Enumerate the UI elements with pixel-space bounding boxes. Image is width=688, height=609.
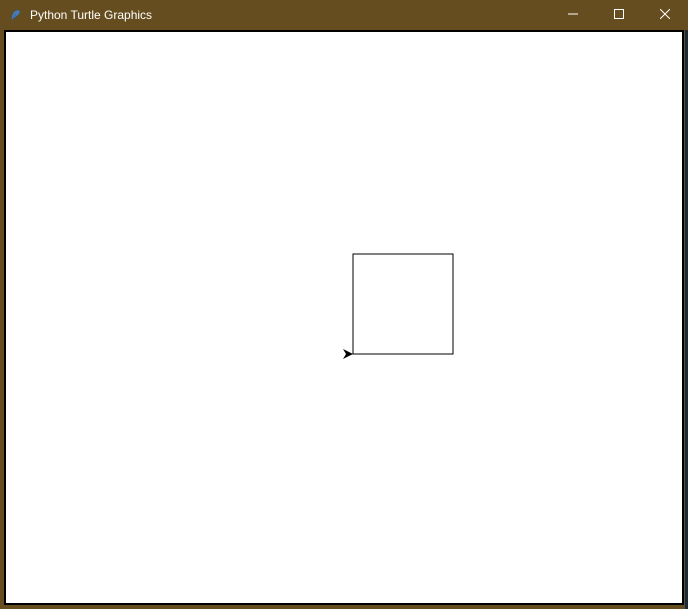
maximize-icon [614,8,624,22]
maximize-button[interactable] [596,0,642,30]
window-controls [550,0,688,30]
canvas-frame [4,30,684,605]
titlebar[interactable]: Python Turtle Graphics [0,0,688,30]
turtle-cursor-icon [343,349,353,359]
application-window: Python Turtle Graphics [0,0,688,609]
window-title: Python Turtle Graphics [30,8,550,22]
turtle-canvas [6,32,682,603]
drawn-square [353,254,453,354]
close-icon [660,8,670,22]
minimize-button[interactable] [550,0,596,30]
client-area [0,30,688,609]
minimize-icon [568,8,578,22]
python-turtle-feather-icon [8,7,24,23]
close-button[interactable] [642,0,688,30]
turtle-drawing-surface [6,32,682,603]
